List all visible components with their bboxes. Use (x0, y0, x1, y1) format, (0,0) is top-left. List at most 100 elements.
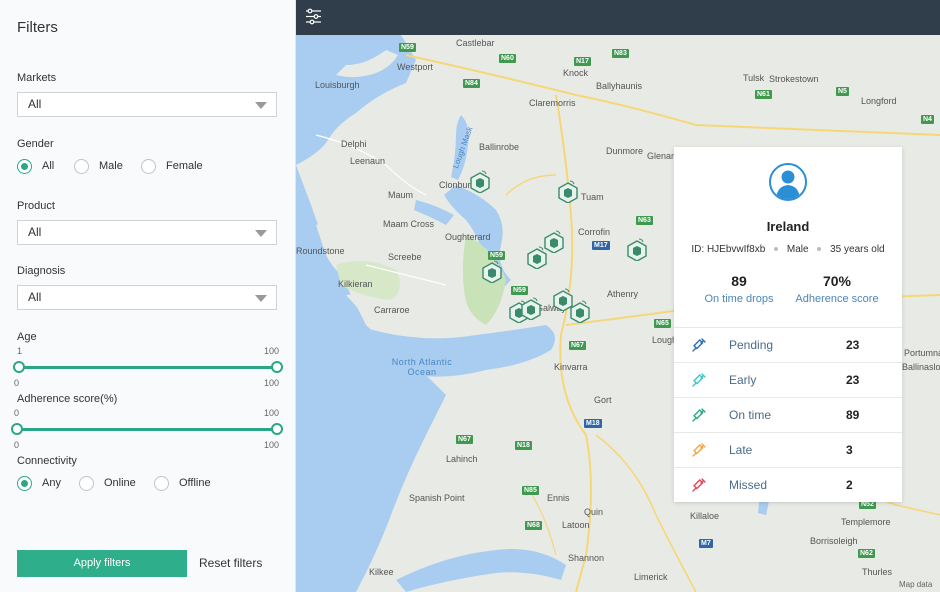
adherence-slider-low-handle[interactable] (11, 423, 23, 435)
status-row-late[interactable]: Late 3 (674, 432, 902, 467)
map-place-label: Maum (388, 190, 414, 200)
device-pin-icon[interactable] (569, 299, 591, 323)
diagnosis-select[interactable]: All (17, 285, 277, 310)
map-place-label: Tulsk (743, 73, 765, 83)
patient-id: ID: HJEbvwIf8xb (691, 244, 766, 255)
device-pin-icon[interactable] (557, 179, 579, 203)
map-place-label: Oughterard (445, 232, 491, 242)
map-place-label: Gort (594, 395, 612, 405)
status-row-on-time[interactable]: On time 89 (674, 397, 902, 432)
map-place-label: Strokestown (769, 74, 819, 84)
separator-dot (774, 247, 779, 252)
road-shield: N5 (836, 87, 849, 96)
map-place-label: Maam Cross (383, 219, 435, 229)
map-attribution: Map data (899, 580, 933, 589)
product-value: All (28, 225, 42, 239)
status-row-missed[interactable]: Missed 2 (674, 467, 902, 502)
gender-radio-female[interactable]: Female (141, 157, 203, 175)
map-place-label: Spanish Point (409, 493, 465, 503)
gender-option-label: Female (166, 160, 203, 172)
patient-meta: ID: HJEbvwIf8xb Male 35 years old (674, 244, 902, 255)
connectivity-label: Connectivity (17, 455, 77, 467)
radio-checked-icon (17, 475, 32, 491)
adherence-slider-high-handle[interactable] (271, 423, 283, 435)
road-shield: N63 (636, 216, 653, 225)
road-shield: N62 (858, 549, 875, 558)
reset-filters-button[interactable]: Reset filters (199, 550, 262, 577)
stat-label: On time drops (704, 293, 774, 305)
gender-option-label: Male (99, 160, 123, 172)
map-place-label: Louisburgh (315, 80, 360, 90)
road-shield: N68 (525, 521, 542, 530)
road-shield: N67 (456, 435, 473, 444)
device-pin-icon[interactable] (520, 296, 542, 320)
device-pin-icon[interactable] (481, 259, 503, 283)
road-shield: N59 (511, 286, 528, 295)
stat-on-time-drops: 89 On time drops (698, 273, 780, 305)
stat-label: Adherence score (795, 293, 879, 305)
filters-sidebar: Filters Markets All Gender All Male Fema… (0, 0, 296, 592)
status-row-early[interactable]: Early 23 (674, 362, 902, 397)
patient-age: 35 years old (830, 244, 885, 255)
connectivity-radio-online[interactable]: Online (79, 474, 136, 492)
age-max-value: 100 (263, 346, 279, 356)
map-place-label: Longford (861, 96, 897, 106)
device-pin-icon[interactable] (526, 245, 548, 269)
connectivity-option-label: Any (42, 477, 61, 489)
map-place-label: Athenry (607, 289, 639, 299)
apply-filters-button[interactable]: Apply filters (17, 550, 187, 577)
gender-radio-male[interactable]: Male (74, 157, 123, 175)
device-pin-icon[interactable] (469, 169, 491, 193)
gender-label: Gender (17, 138, 54, 150)
gender-radio-all[interactable]: All (17, 157, 54, 175)
adherence-range-slider[interactable]: 0 100 0 100 (11, 408, 283, 450)
map-place-label: Lahinch (446, 454, 478, 464)
status-name: On time (729, 408, 772, 422)
road-shield: N65 (654, 319, 671, 328)
age-range-slider[interactable]: 1 100 0 100 (13, 346, 283, 388)
markets-select[interactable]: All (17, 92, 277, 117)
sidebar-title: Filters (17, 19, 58, 36)
status-row-pending[interactable]: Pending 23 (674, 327, 902, 362)
map-place-label: Claremorris (529, 98, 576, 108)
adherence-high-value: 100 (263, 440, 279, 450)
map-place-label: Portumna (904, 348, 940, 358)
status-count: 2 (846, 478, 853, 492)
age-slider-low-handle[interactable] (13, 361, 25, 373)
road-shield: N85 (522, 486, 539, 495)
gender-radio-group: All Male Female (17, 157, 277, 175)
age-slider-high-handle[interactable] (271, 361, 283, 373)
map-place-label: Castlebar (456, 38, 495, 48)
age-low-value: 0 (14, 378, 20, 388)
product-select[interactable]: All (17, 220, 277, 245)
connectivity-option-label: Online (104, 477, 136, 489)
status-name: Early (729, 373, 757, 387)
sea-label: North Atlantic Ocean (391, 357, 453, 377)
adherence-slider-track[interactable] (19, 428, 277, 431)
map-place-label: Ballinasloe (902, 362, 940, 372)
connectivity-radio-offline[interactable]: Offline (154, 474, 211, 492)
age-high-value: 100 (263, 378, 279, 388)
road-shield: N18 (515, 441, 532, 450)
diagnosis-value: All (28, 290, 42, 304)
sliders-menu-icon[interactable] (305, 8, 322, 25)
map-place-label: Killaloe (690, 511, 720, 521)
avatar (769, 163, 807, 201)
device-pin-icon[interactable] (626, 237, 648, 261)
age-slider-track[interactable] (19, 366, 277, 369)
map-place-label: Limerick (634, 572, 668, 582)
radio-checked-icon (17, 158, 32, 174)
connectivity-radio-any[interactable]: Any (17, 474, 61, 492)
patient-name: Ireland (766, 219, 810, 234)
product-label: Product (17, 200, 55, 212)
map-place-label: Clonbur (439, 180, 471, 190)
road-shield: N67 (569, 341, 586, 350)
stat-value: 89 (731, 273, 747, 289)
road-shield: M7 (699, 539, 713, 548)
patient-info-panel: Ireland ID: HJEbvwIf8xb Male 35 years ol… (674, 147, 902, 502)
user-icon (776, 170, 800, 199)
syringe-icon (692, 443, 706, 457)
map-place-label: Delphi (341, 139, 367, 149)
status-list: Pending 23 Early 23 On time 89 Late 3 Mi… (674, 327, 902, 502)
markets-label: Markets (17, 72, 57, 84)
